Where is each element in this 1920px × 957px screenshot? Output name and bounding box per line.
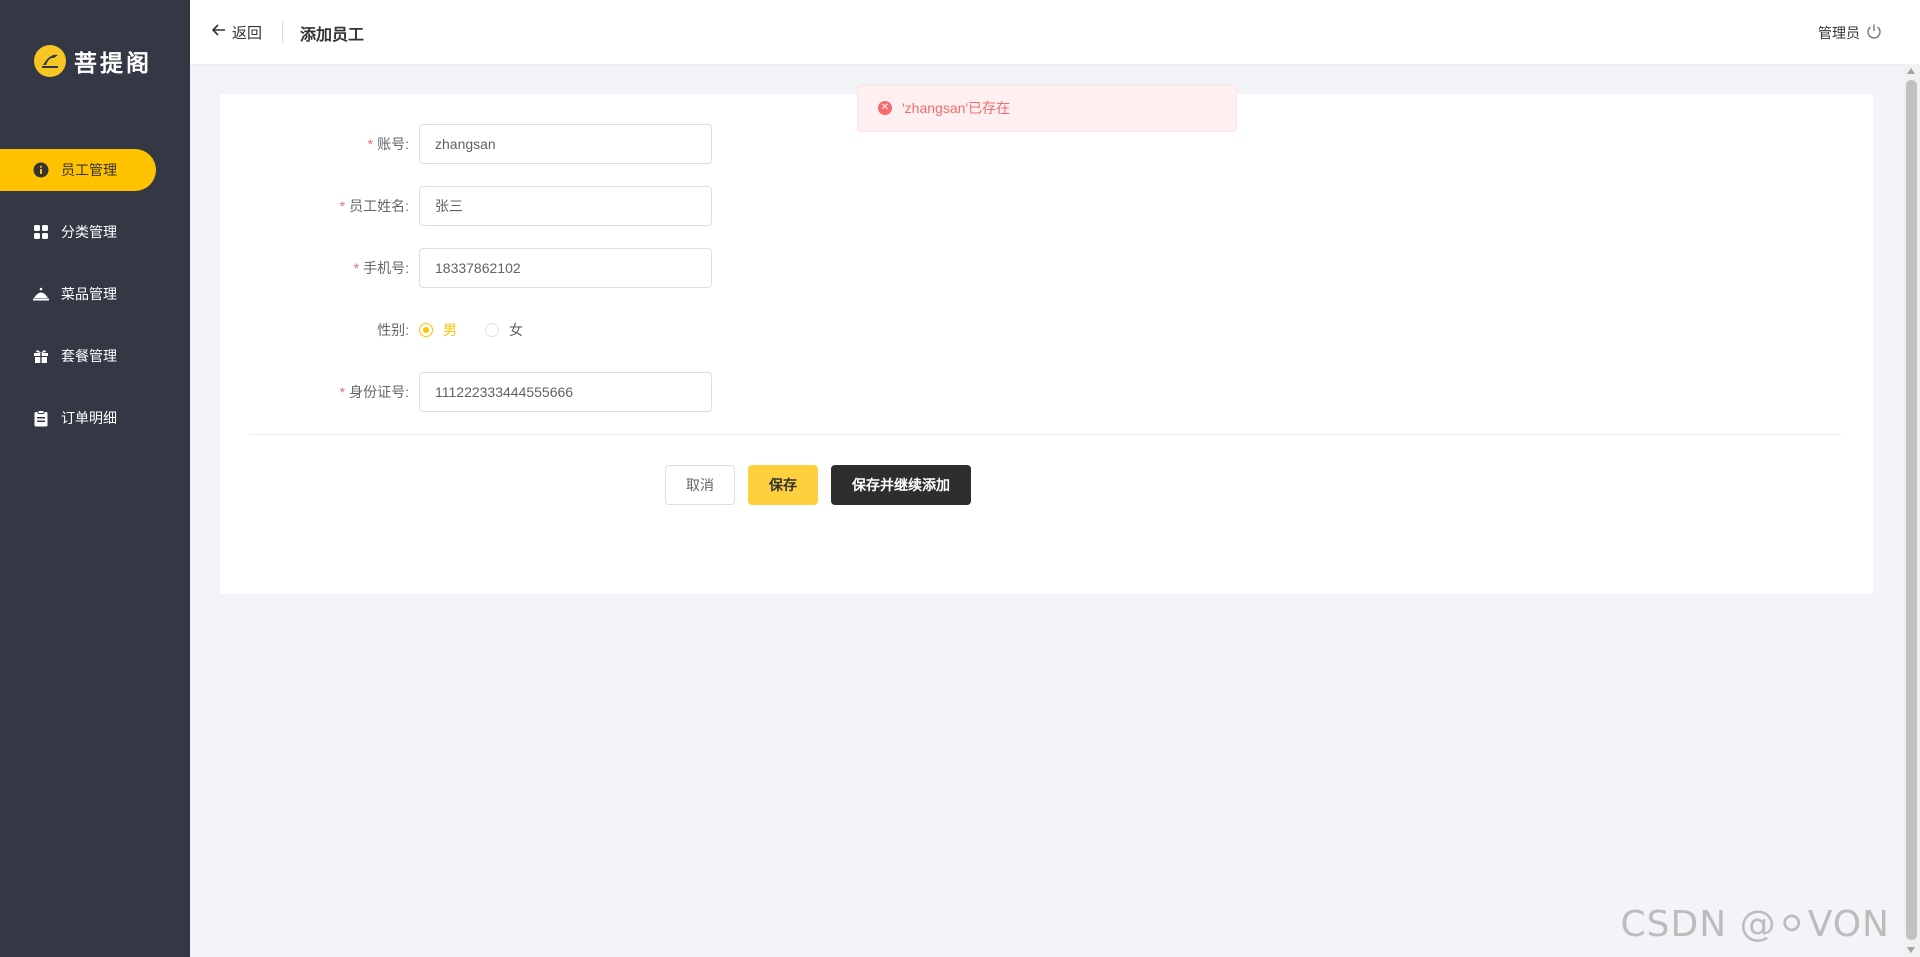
logout-power-icon[interactable] (1866, 23, 1882, 39)
radio-checked-icon (419, 323, 433, 337)
form-row-gender: 性别: 男 女 (220, 310, 551, 350)
name-label: * 员工姓名: (339, 198, 409, 214)
scroll-up-icon[interactable] (1907, 68, 1915, 74)
form-row-phone: * 手机号: (220, 248, 712, 288)
logo-mark-icon (34, 45, 66, 77)
form-row-account: * 账号: (220, 124, 712, 164)
back-button[interactable]: 返回 (211, 22, 263, 43)
scroll-down-icon[interactable] (1907, 947, 1915, 953)
toast-message: 'zhangsan'已存在 (902, 100, 1011, 116)
gender-label: 性别: (377, 322, 409, 338)
sidebar-menu: 员工管理 分类管理 菜品管理 套餐管理 订单明细 (0, 149, 190, 459)
gender-radio-group: 男 女 (419, 320, 551, 340)
sidebar: 菩提阁 员工管理 分类管理 菜品管理 套餐管理 订单明细 (0, 0, 190, 957)
arrow-left-icon (211, 23, 226, 42)
form-row-name: * 员工姓名: (220, 186, 712, 226)
logo: 菩提阁 (34, 44, 152, 78)
brand-name: 菩提阁 (74, 50, 152, 77)
sidebar-item-orders[interactable]: 订单明细 (0, 397, 190, 439)
watermark: CSDN @⚪VON (1620, 904, 1890, 945)
account-label: * 账号: (367, 136, 409, 152)
vertical-scrollbar[interactable] (1903, 64, 1920, 957)
grid-icon (32, 223, 50, 241)
form-divider (250, 434, 1842, 435)
id-number-label: * 身份证号: (339, 384, 409, 400)
id-number-input[interactable] (419, 372, 712, 412)
sidebar-item-category[interactable]: 分类管理 (0, 211, 190, 253)
account-input[interactable] (419, 124, 712, 164)
dish-cover-icon (32, 285, 50, 303)
radio-unchecked-icon (485, 323, 499, 337)
form-row-id-number: * 身份证号: (220, 372, 712, 412)
save-button[interactable]: 保存 (748, 465, 818, 505)
phone-label: * 手机号: (353, 260, 409, 276)
cancel-button[interactable]: 取消 (665, 465, 735, 505)
sidebar-item-label: 分类管理 (61, 224, 117, 240)
form-actions: 取消 保存 保存并继续添加 (665, 465, 971, 505)
error-circle-icon: ✕ (878, 101, 892, 115)
save-and-add-button[interactable]: 保存并继续添加 (831, 465, 971, 505)
header-divider (282, 21, 283, 43)
sidebar-item-label: 套餐管理 (61, 348, 117, 364)
error-toast: ✕ 'zhangsan'已存在 (857, 84, 1237, 132)
gift-icon (32, 347, 50, 365)
sidebar-item-dish[interactable]: 菜品管理 (0, 273, 190, 315)
form-card: *账号: *员工姓名: *手机号: 性别: 男 女 *身份证号: 取消 保存 保… (220, 94, 1873, 594)
info-circle-icon (32, 161, 50, 179)
page-title: 添加员工 (300, 27, 365, 44)
clipboard-icon (32, 409, 50, 427)
phone-input[interactable] (419, 248, 712, 288)
back-label: 返回 (232, 25, 263, 42)
top-header: 返回 添加员工 管理员 (190, 0, 1920, 64)
scroll-thumb[interactable] (1906, 80, 1917, 940)
gender-radio-female[interactable]: 女 (485, 320, 523, 340)
sidebar-item-label: 订单明细 (61, 410, 117, 426)
sidebar-item-combo[interactable]: 套餐管理 (0, 335, 190, 377)
sidebar-item-label: 员工管理 (61, 162, 117, 178)
sidebar-item-label: 菜品管理 (61, 286, 117, 302)
gender-radio-male[interactable]: 男 (419, 320, 457, 340)
user-name: 管理员 (1818, 25, 1860, 41)
name-input[interactable] (419, 186, 712, 226)
sidebar-item-employee[interactable]: 员工管理 (0, 149, 156, 191)
